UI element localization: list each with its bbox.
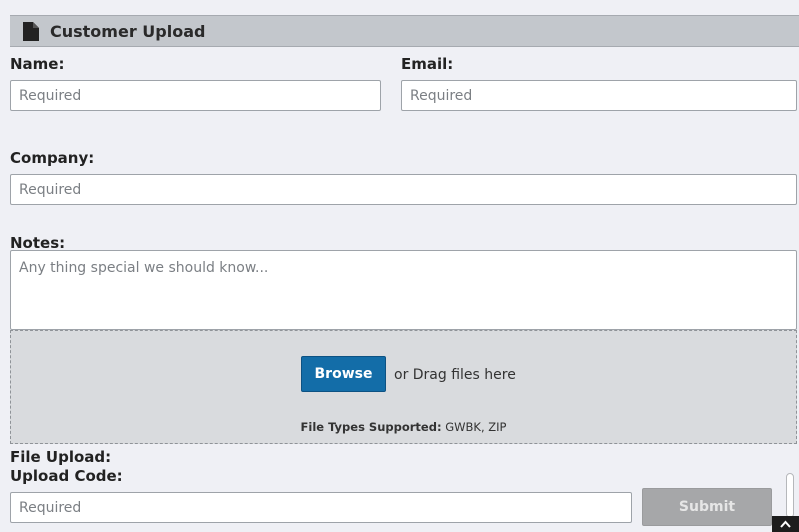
file-types-value: GWBK, ZIP: [445, 420, 507, 434]
chevron-up-icon: [780, 520, 791, 528]
submit-button[interactable]: Submit: [642, 488, 772, 526]
file-icon: [23, 22, 39, 41]
browse-button[interactable]: Browse: [301, 356, 386, 392]
scroll-to-top-button[interactable]: [772, 516, 799, 532]
email-label: Email:: [401, 55, 454, 73]
drag-files-text: or Drag files here: [394, 367, 516, 383]
notes-textarea[interactable]: [10, 250, 797, 330]
name-label: Name:: [10, 55, 65, 73]
scrollbar-thumb[interactable]: [786, 473, 794, 518]
upload-code-label: Upload Code:: [10, 467, 123, 485]
name-input[interactable]: [10, 80, 381, 111]
file-types-label: File Types Supported:: [300, 420, 442, 434]
file-dropzone[interactable]: Browse or Drag files here File Types Sup…: [10, 330, 797, 444]
page-title: Customer Upload: [50, 22, 206, 41]
panel-header: Customer Upload: [10, 15, 799, 47]
file-types-info: File Types Supported: GWBK, ZIP: [11, 420, 796, 434]
company-label: Company:: [10, 149, 95, 167]
file-upload-label: File Upload:: [10, 448, 112, 466]
email-input[interactable]: [401, 80, 797, 111]
upload-code-input[interactable]: [10, 492, 632, 523]
company-input[interactable]: [10, 174, 797, 205]
